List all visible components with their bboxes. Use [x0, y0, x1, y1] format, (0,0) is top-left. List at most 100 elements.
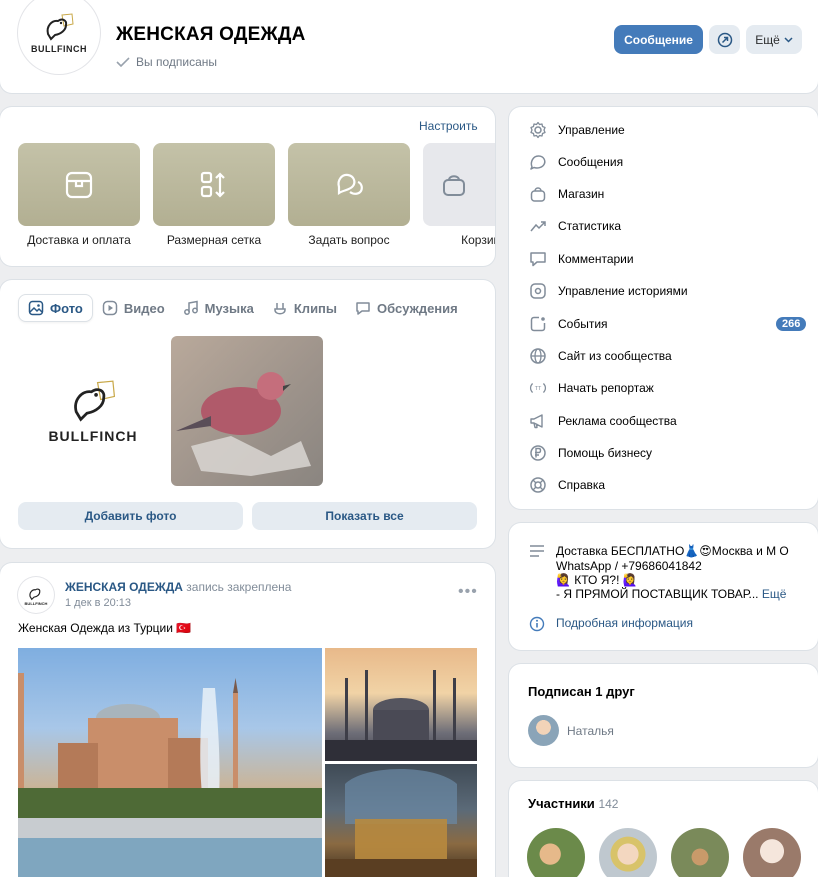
menu-item-site[interactable]: Сайт из сообщества: [509, 340, 818, 372]
menu-item-label: Сообщения: [558, 155, 624, 169]
share-button[interactable]: [709, 25, 740, 54]
add-photo-button[interactable]: Добавить фото: [18, 502, 243, 530]
photo-thumb-logo[interactable]: BULLFINCH: [18, 336, 168, 486]
sort-icon: [200, 171, 225, 198]
bag-icon: [443, 174, 465, 196]
tab-music[interactable]: Музыка: [174, 294, 263, 322]
photo-thumb-bird[interactable]: [171, 336, 323, 486]
menu-item-messages[interactable]: Сообщения: [509, 146, 818, 178]
media-tabs: Фото Видео Музыка Клипы Обсуждения: [18, 294, 467, 322]
globe-icon: [529, 347, 547, 365]
tile-ask-question-label: Задать вопрос: [308, 233, 390, 247]
tile-cart[interactable]: [423, 143, 495, 226]
info-line-2: WhatsApp / +79686041842: [556, 559, 702, 573]
bag-icon: [529, 185, 547, 203]
menu-item-label: Помощь бизнесу: [558, 446, 653, 460]
shop-links-block: Настроить Доставка и оплата Размерная се…: [0, 107, 495, 266]
menu-item-label: Справка: [558, 478, 606, 492]
tab-clips[interactable]: Клипы: [263, 294, 346, 322]
community-avatar[interactable]: BULLFINCH: [18, 0, 100, 74]
menu-item-stats[interactable]: Статистика: [509, 210, 818, 242]
details-link[interactable]: Подробная информация: [556, 616, 693, 630]
friend-avatar[interactable]: [528, 715, 559, 746]
member-avatar[interactable]: [599, 828, 657, 877]
mosque-photo-image: [18, 673, 322, 877]
tab-photo[interactable]: Фото: [18, 294, 93, 322]
post-author[interactable]: ЖЕНСКАЯ ОДЕЖДА запись закреплена: [65, 580, 291, 594]
tab-discussions[interactable]: Обсуждения: [346, 294, 467, 322]
friend-name[interactable]: Наталья: [567, 724, 614, 738]
community-header: BULLFINCH ЖЕНСКАЯ ОДЕЖДА Вы подписаны Со…: [0, 0, 818, 93]
menu-item-help[interactable]: Справка: [509, 469, 818, 501]
help-icon: [529, 476, 547, 494]
members-block: Участники 142: [509, 781, 818, 877]
community-info: Доставка БЕСПЛАТНО👗😍Москва и М О WhatsAp…: [509, 523, 818, 650]
music-icon: [183, 300, 198, 315]
share-icon: [717, 32, 732, 47]
post-text: Женская Одежда из Турции 🇹🇷: [18, 621, 192, 635]
post-menu-dots-icon[interactable]: •••: [458, 583, 478, 601]
members-label: Участники: [528, 796, 595, 811]
more-button[interactable]: Ещё: [746, 25, 802, 54]
photo-icon: [28, 300, 44, 316]
message-icon: [529, 153, 547, 171]
bullfinch-logo-icon: [74, 380, 116, 422]
tab-video[interactable]: Видео: [93, 294, 174, 322]
media-block: Фото Видео Музыка Клипы Обсуждения BULLF…: [0, 280, 495, 548]
tab-photo-label: Фото: [50, 300, 83, 316]
post-image-palace-interior[interactable]: [325, 764, 477, 877]
menu-item-comments[interactable]: Комментарии: [509, 243, 818, 275]
info-more-link[interactable]: Ещё: [762, 587, 787, 601]
menu-item-label: Магазин: [558, 187, 605, 201]
show-all-button[interactable]: Показать все: [252, 502, 477, 530]
post-avatar-text: BULLFINCH: [24, 600, 48, 606]
menu-item-shop[interactable]: Магазин: [509, 178, 818, 210]
menu-item-manage[interactable]: Управление: [509, 114, 818, 146]
menu-item-ads[interactable]: Реклама сообщества: [509, 405, 818, 437]
check-icon: [116, 57, 130, 67]
member-avatar[interactable]: [527, 828, 585, 877]
tile-size-chart[interactable]: [153, 143, 275, 226]
discussion-icon: [356, 302, 370, 315]
events-count-badge: 266: [776, 317, 807, 331]
clips-icon: [274, 303, 286, 315]
info-line-4: - Я ПРЯМОЙ ПОСТАВЩИК ТОВАР... Ещё: [556, 587, 786, 601]
friends-title[interactable]: Подписан 1 друг: [528, 684, 635, 699]
post-author-avatar[interactable]: BULLFINCH: [18, 577, 54, 613]
svg-text:ТТ: ТТ: [535, 386, 542, 392]
post-image-hagia-sophia[interactable]: [18, 648, 322, 877]
tile-delivery-label: Доставка и оплата: [27, 233, 131, 247]
menu-item-events[interactable]: События 266: [509, 308, 818, 340]
member-avatar[interactable]: [743, 828, 801, 877]
menu-item-label: Комментарии: [558, 252, 634, 266]
avatar-logo-text: BULLFINCH: [31, 44, 87, 54]
ruble-icon: [529, 444, 547, 462]
info-icon: [529, 616, 545, 635]
subscription-status[interactable]: Вы подписаны: [116, 55, 217, 69]
tab-clips-label: Клипы: [293, 300, 338, 316]
comment-icon: [529, 250, 547, 268]
post-image-blue-mosque[interactable]: [325, 648, 477, 761]
menu-item-stories[interactable]: Управление историями: [509, 275, 818, 307]
configure-link[interactable]: Настроить: [419, 119, 478, 133]
members-title[interactable]: Участники 142: [528, 796, 618, 811]
member-avatar[interactable]: [671, 828, 729, 877]
tab-discussions-label: Обсуждения: [377, 300, 458, 316]
subscription-label: Вы подписаны: [136, 55, 217, 69]
message-button[interactable]: Сообщение: [614, 25, 703, 54]
members-count: 142: [598, 797, 619, 811]
bullfinch-logo-icon: [29, 588, 41, 600]
info-line-4-text: - Я ПРЯМОЙ ПОСТАВЩИК ТОВАР...: [556, 587, 759, 601]
stories-icon: [529, 282, 547, 300]
event-icon: [529, 315, 547, 333]
tile-size-chart-label: Размерная сетка: [166, 233, 262, 247]
chevron-down-icon: [784, 36, 793, 43]
menu-item-live[interactable]: ТТ Начать репортаж: [509, 372, 818, 404]
mosque-sunset-image: [325, 670, 477, 761]
tile-delivery[interactable]: [18, 143, 140, 226]
menu-item-business[interactable]: Помощь бизнесу: [509, 437, 818, 469]
post-author-name[interactable]: ЖЕНСКАЯ ОДЕЖДА: [65, 580, 183, 594]
photo-logo-text: BULLFINCH: [48, 428, 138, 444]
post-date[interactable]: 1 дек в 20:13: [65, 597, 131, 609]
tile-ask-question[interactable]: [288, 143, 410, 226]
